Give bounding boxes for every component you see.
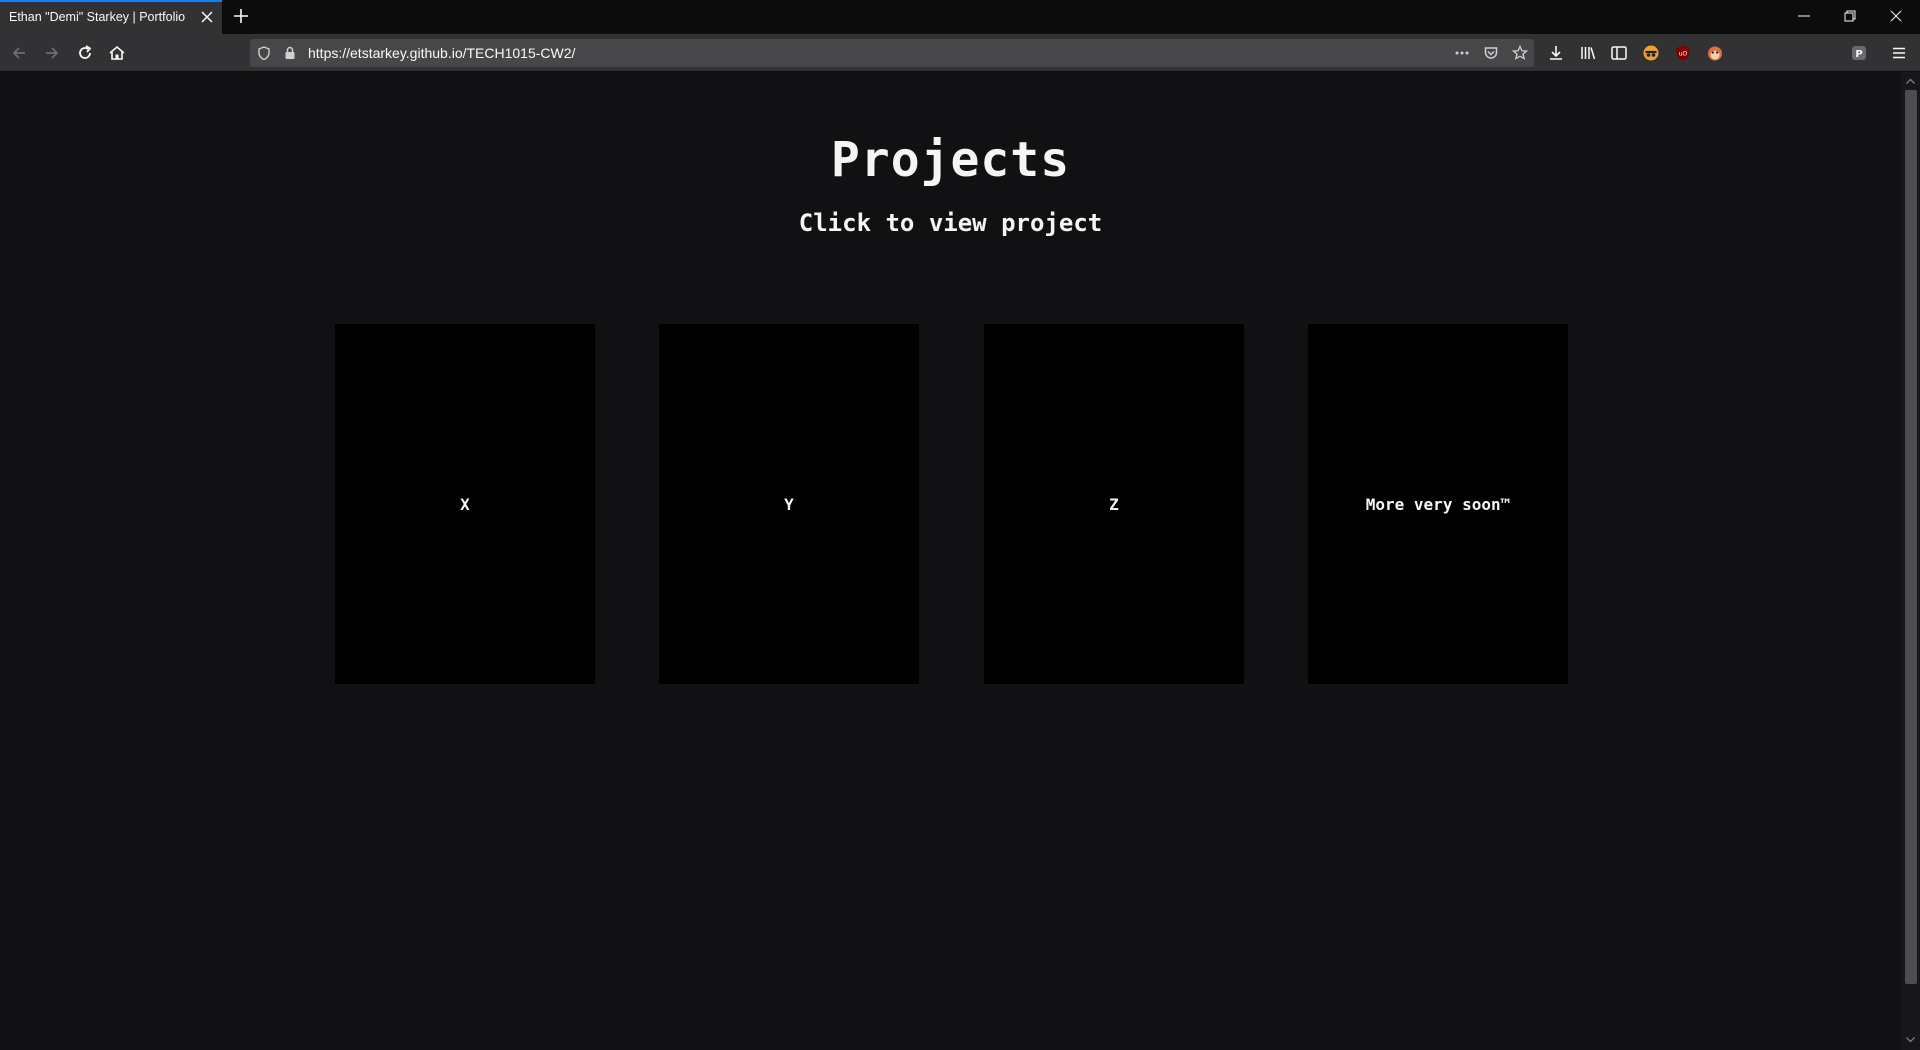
url-text: https://etstarkey.github.io/TECH1015-CW2…	[308, 45, 576, 61]
ublock-origin-icon[interactable]: uO	[1674, 44, 1692, 62]
hamburger-menu-icon[interactable]	[1890, 44, 1908, 62]
address-bar[interactable]: https://etstarkey.github.io/TECH1015-CW2…	[250, 39, 1534, 67]
lock-icon[interactable]	[282, 45, 298, 61]
page-content: Projects Click to view project X Y Z Mor…	[0, 72, 1901, 1050]
close-window-icon[interactable]	[1888, 8, 1904, 24]
home-icon[interactable]	[108, 44, 126, 62]
sidebar-icon[interactable]	[1610, 44, 1628, 62]
bookmark-star-icon[interactable]	[1512, 45, 1528, 61]
page-subtitle: Click to view project	[798, 209, 1103, 237]
project-card-label: More very soon™	[1365, 494, 1511, 514]
page-actions-more-icon[interactable]	[1454, 45, 1470, 61]
project-card-y[interactable]: Y	[659, 324, 919, 684]
scrollbar-thumb[interactable]	[1905, 90, 1917, 984]
tab-title: Ethan "Demi" Starkey | Portfolio	[9, 10, 186, 24]
new-tab-icon[interactable]	[232, 7, 250, 25]
tab-bar: Ethan "Demi" Starkey | Portfolio	[0, 0, 1920, 34]
tab-active[interactable]: Ethan "Demi" Starkey | Portfolio	[0, 0, 222, 34]
scroll-up-arrow-icon[interactable]	[1905, 76, 1916, 87]
downloads-icon[interactable]	[1547, 44, 1565, 62]
svg-text:P: P	[1855, 49, 1862, 60]
reload-icon[interactable]	[76, 44, 94, 62]
project-card-z[interactable]: Z	[984, 324, 1244, 684]
page-title: Projects	[830, 132, 1071, 188]
close-tab-icon[interactable]	[199, 9, 215, 25]
library-icon[interactable]	[1579, 44, 1597, 62]
svg-text:uO: uO	[1679, 51, 1688, 58]
pocket-icon[interactable]	[1483, 45, 1499, 61]
project-card-label: Z	[1109, 494, 1119, 514]
project-card-more-soon[interactable]: More very soon™	[1308, 324, 1568, 684]
back-icon[interactable]	[10, 44, 28, 62]
scroll-down-arrow-icon[interactable]	[1905, 1034, 1916, 1045]
extension-fox-face-icon[interactable]	[1706, 44, 1724, 62]
navigation-toolbar: https://etstarkey.github.io/TECH1015-CW2…	[0, 34, 1920, 72]
forward-icon[interactable]	[43, 44, 61, 62]
project-card-label: Y	[784, 494, 794, 514]
pocket-save-extension-icon[interactable]: P	[1850, 44, 1868, 62]
minimize-icon[interactable]	[1796, 8, 1812, 24]
vertical-scrollbar[interactable]	[1901, 72, 1920, 1050]
project-card-label: X	[460, 494, 470, 514]
extension-incognito-icon[interactable]	[1642, 44, 1660, 62]
restore-icon[interactable]	[1842, 8, 1858, 24]
project-card-x[interactable]: X	[335, 324, 595, 684]
tracking-protection-shield-icon[interactable]	[256, 45, 272, 61]
